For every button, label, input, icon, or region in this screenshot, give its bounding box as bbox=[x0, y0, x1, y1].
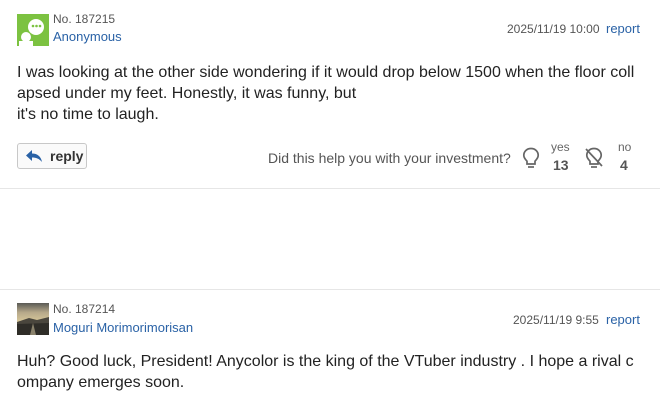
yes-label: yes bbox=[551, 140, 570, 154]
comment-line: Huh? Good luck, President! Anycolor is t… bbox=[17, 353, 634, 370]
post-number: No. 187214 bbox=[53, 302, 116, 316]
vote-no-button[interactable]: no 4 bbox=[584, 140, 634, 176]
comment-line: I was looking at the other side wonderin… bbox=[17, 64, 635, 81]
no-count: 4 bbox=[620, 157, 628, 173]
vote-yes-button[interactable]: yes 13 bbox=[522, 140, 572, 176]
avatar bbox=[17, 303, 49, 335]
comment-line: it's no time to laugh. bbox=[17, 106, 159, 123]
comment-body: Huh? Good luck, President! Anycolor is t… bbox=[17, 351, 647, 393]
post-date: 2025/11/19 10:00 bbox=[507, 22, 600, 36]
yes-count: 13 bbox=[553, 157, 569, 173]
reply-label: reply bbox=[50, 148, 84, 164]
lightbulb-icon bbox=[522, 147, 540, 168]
report-link[interactable]: report bbox=[606, 21, 640, 36]
post-date: 2025/11/19 9:55 bbox=[513, 313, 599, 327]
report-link[interactable]: report bbox=[606, 312, 640, 327]
helpful-question: Did this help you with your investment? bbox=[268, 150, 511, 166]
reply-button[interactable]: reply bbox=[17, 143, 87, 169]
avatar bbox=[17, 14, 49, 46]
no-label: no bbox=[618, 140, 632, 154]
comment-line: apsed under my feet. Honestly, it was fu… bbox=[17, 85, 357, 102]
comment-line: ompany emerges soon. bbox=[17, 374, 185, 391]
author-name[interactable]: Anonymous bbox=[53, 29, 122, 44]
crossed-lightbulb-icon bbox=[585, 147, 603, 168]
speech-bubble-icon bbox=[17, 14, 49, 46]
landscape-avatar-icon bbox=[17, 303, 49, 335]
reply-arrow-icon bbox=[26, 150, 42, 162]
post-number: No. 187215 bbox=[53, 12, 116, 26]
author-name[interactable]: Moguri Morimorimorisan bbox=[53, 320, 193, 335]
comment-body: I was looking at the other side wonderin… bbox=[17, 62, 647, 125]
